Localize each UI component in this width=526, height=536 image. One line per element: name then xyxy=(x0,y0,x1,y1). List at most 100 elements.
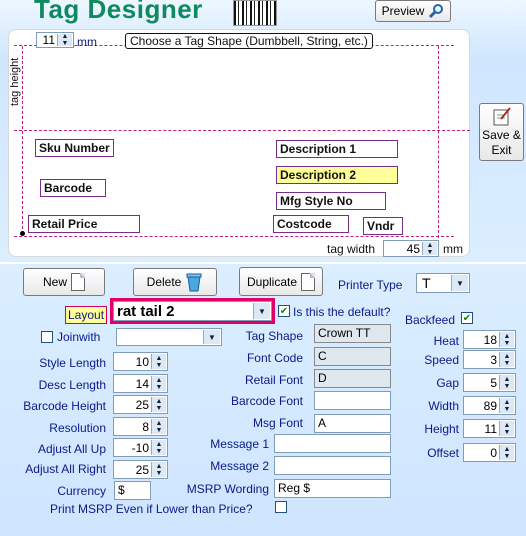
spin-arrows-icon[interactable]: ▲ ▼ xyxy=(151,440,166,455)
tag-width-spinner[interactable]: 45 ▲ ▼ xyxy=(383,240,439,257)
height-value: 11 xyxy=(484,421,497,436)
spin-arrows-icon[interactable]: ▲ ▼ xyxy=(499,398,514,413)
backfeed-checkbox[interactable]: ✔ xyxy=(461,312,473,324)
resolution-label: Resolution xyxy=(49,421,106,435)
message1-label: Message 1 xyxy=(210,437,269,451)
speed-value: 3 xyxy=(490,352,497,367)
default-label: Is this the default? xyxy=(293,305,391,319)
right-guide-line xyxy=(438,46,439,238)
barcode-font-input[interactable] xyxy=(314,391,391,410)
duplicate-button[interactable]: Duplicate xyxy=(239,267,323,296)
delete-button[interactable]: Delete xyxy=(133,268,217,296)
joinwith-checkbox[interactable] xyxy=(41,331,53,343)
spin-arrows-icon[interactable]: ▲ ▼ xyxy=(151,419,166,434)
print-msrp-checkbox[interactable] xyxy=(275,501,287,513)
style-length-value: 10 xyxy=(135,354,149,369)
msrp-wording-label: MSRP Wording xyxy=(186,482,269,496)
barcode-font-label: Barcode Font xyxy=(230,394,303,408)
adjust-all-up-spinner[interactable]: -10 ▲ ▼ xyxy=(113,438,168,457)
save-icon xyxy=(493,107,511,126)
currency-input[interactable]: $ xyxy=(114,481,151,500)
message2-input[interactable] xyxy=(274,456,391,475)
field-barcode[interactable]: Barcode xyxy=(40,179,106,197)
default-checkbox[interactable]: ✔ xyxy=(278,305,290,317)
width-value: 89 xyxy=(483,398,497,413)
barcode-height-value: 25 xyxy=(135,397,149,412)
spin-arrows-icon[interactable]: ▲ ▼ xyxy=(499,421,514,436)
tag-height-unit: mm xyxy=(77,35,97,49)
tag-shape-input[interactable]: Crown TT xyxy=(314,324,391,343)
spin-arrows-icon[interactable]: ▲ ▼ xyxy=(57,33,72,47)
spin-arrows-icon[interactable]: ▲ ▼ xyxy=(151,376,166,391)
resolution-spinner[interactable]: 8 ▲ ▼ xyxy=(113,417,168,436)
spin-arrows-icon[interactable]: ▲ ▼ xyxy=(151,354,166,369)
duplicate-document-icon xyxy=(301,272,316,291)
spin-arrows-icon[interactable]: ▲ ▼ xyxy=(499,375,514,390)
msrp-wording-input[interactable]: Reg $ xyxy=(274,479,391,498)
field-sku-number[interactable]: Sku Number xyxy=(35,139,114,157)
left-guide-line xyxy=(22,46,23,234)
chevron-down-icon[interactable]: ▼ xyxy=(253,303,270,319)
spin-arrows-icon[interactable]: ▲ ▼ xyxy=(499,352,514,367)
resolution-value: 8 xyxy=(142,419,149,434)
chevron-down-icon[interactable]: ▼ xyxy=(451,275,468,291)
height-label: Height xyxy=(424,422,459,436)
spin-arrows-icon[interactable]: ▲ ▼ xyxy=(151,462,166,477)
printer-type-value: T xyxy=(422,275,431,291)
tag-width-unit: mm xyxy=(443,242,463,256)
gap-spinner[interactable]: 5 ▲ ▼ xyxy=(463,373,516,392)
font-code-input[interactable]: C xyxy=(314,347,391,366)
message1-input[interactable] xyxy=(274,434,391,453)
layout-value: rat tail 2 xyxy=(117,303,175,320)
save-exit-button[interactable]: Save & Exit xyxy=(479,103,524,161)
heat-value: 18 xyxy=(483,332,497,347)
printer-type-select[interactable]: T ▼ xyxy=(416,273,470,293)
font-code-label: Font Code xyxy=(246,351,303,365)
field-description-2[interactable]: Description 2 xyxy=(276,166,398,184)
tag-height-value: 11 xyxy=(42,33,55,47)
section-divider xyxy=(0,262,526,264)
spin-arrows-icon[interactable]: ▲ ▼ xyxy=(151,397,166,412)
origin-dot xyxy=(20,231,25,236)
style-length-spinner[interactable]: 10 ▲ ▼ xyxy=(113,352,168,371)
tag-shape-label: Tag Shape xyxy=(245,329,303,343)
message2-label: Message 2 xyxy=(210,459,269,473)
heat-label: Heat xyxy=(433,334,459,348)
spin-arrows-icon[interactable]: ▲ ▼ xyxy=(422,242,437,256)
msg-font-input[interactable]: A xyxy=(314,414,391,433)
desc-length-spinner[interactable]: 14 ▲ ▼ xyxy=(113,374,168,393)
field-retail-price[interactable]: Retail Price xyxy=(28,215,140,233)
heat-spinner[interactable]: 18 ▲ ▼ xyxy=(463,330,516,349)
bottom-guide-line xyxy=(14,236,454,237)
save-exit-line2: Exit xyxy=(491,143,512,157)
field-costcode[interactable]: Costcode xyxy=(273,215,349,233)
joinwith-label: Joinwith xyxy=(57,330,101,344)
magnifier-icon xyxy=(429,4,444,19)
choose-tag-shape-button[interactable]: Choose a Tag Shape (Dumbbell, String, et… xyxy=(125,33,373,49)
layout-select[interactable]: rat tail 2 ▼ xyxy=(113,301,272,321)
save-exit-line1: Save & xyxy=(482,128,521,142)
preview-button[interactable]: Preview xyxy=(375,0,451,22)
speed-spinner[interactable]: 3 ▲ ▼ xyxy=(463,350,516,369)
tag-height-label: tag height xyxy=(9,57,21,106)
tag-height-spinner[interactable]: 11 ▲ ▼ xyxy=(36,32,74,48)
retail-font-input[interactable]: D xyxy=(314,369,391,388)
adjust-all-right-spinner[interactable]: 25 ▲ ▼ xyxy=(113,460,168,479)
field-mfg-style-no[interactable]: Mfg Style No xyxy=(276,192,386,210)
new-label: New xyxy=(42,275,67,289)
spin-arrows-icon[interactable]: ▲ ▼ xyxy=(499,445,514,460)
adjust-all-up-value: -10 xyxy=(131,440,149,455)
barcode-height-spinner[interactable]: 25 ▲ ▼ xyxy=(113,395,168,414)
barcode-height-label: Barcode Height xyxy=(23,399,106,413)
offset-spinner[interactable]: 0 ▲ ▼ xyxy=(463,443,516,462)
spin-arrows-icon[interactable]: ▲ ▼ xyxy=(499,332,514,347)
width-spinner[interactable]: 89 ▲ ▼ xyxy=(463,396,516,415)
height-spinner[interactable]: 11 ▲ ▼ xyxy=(463,419,516,438)
new-button[interactable]: New xyxy=(23,268,105,296)
trash-icon xyxy=(186,273,202,292)
preview-label: Preview xyxy=(381,4,425,18)
duplicate-label: Duplicate xyxy=(246,274,298,289)
backfeed-label: Backfeed xyxy=(405,313,456,327)
field-vndr[interactable]: Vndr xyxy=(363,217,403,235)
field-description-1[interactable]: Description 1 xyxy=(276,140,398,158)
